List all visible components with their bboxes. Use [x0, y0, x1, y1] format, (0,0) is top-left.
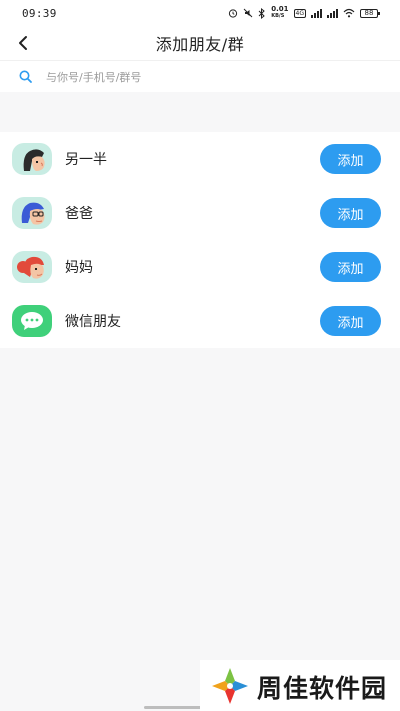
contact-label: 妈妈 [65, 260, 93, 276]
watermark: 周佳软件园 [200, 660, 400, 711]
add-button[interactable]: 添加 [320, 306, 381, 336]
contact-list: 另一半 添加 爸爸 添加 妈妈 添加 微信朋友 添加 [0, 132, 400, 348]
status-time: 09:39 [22, 6, 57, 20]
signal-icon-2 [327, 8, 338, 18]
status-bar: 09:39 0.01 KB/S 4G 88 [0, 0, 400, 26]
wifi-icon [343, 8, 355, 18]
search-icon [19, 70, 32, 83]
list-item: 妈妈 添加 [0, 240, 400, 294]
mute-icon [243, 8, 253, 18]
contact-label: 微信朋友 [65, 314, 121, 330]
status-icons: 0.01 KB/S 4G 88 [228, 5, 380, 20]
alarm-icon [229, 9, 238, 18]
search-input[interactable] [46, 67, 376, 87]
nav-bar: 添加朋友/群 [0, 26, 400, 60]
signal-icon-1 [311, 8, 322, 18]
hd-icon: 4G [293, 8, 306, 18]
add-button[interactable]: 添加 [320, 252, 381, 282]
page-title: 添加朋友/群 [155, 35, 245, 54]
watermark-logo-icon [212, 668, 248, 704]
add-button[interactable]: 添加 [320, 198, 381, 228]
add-button[interactable]: 添加 [320, 144, 381, 174]
watermark-text: 周佳软件园 [257, 674, 388, 703]
list-item: 另一半 添加 [0, 132, 400, 186]
battery-icon: 88 [360, 8, 380, 18]
bluetooth-icon [258, 7, 265, 19]
list-item: 爸爸 添加 [0, 186, 400, 240]
contact-label: 另一半 [65, 152, 107, 168]
search-bar [0, 60, 400, 92]
man-avatar-icon [12, 143, 52, 175]
wechat-icon [12, 305, 52, 337]
contact-label: 爸爸 [65, 206, 93, 222]
mom-avatar-icon [12, 251, 52, 283]
net-speed: 0.01 KB/S [271, 5, 289, 20]
list-item: 微信朋友 添加 [0, 294, 400, 348]
chevron-left-icon [19, 36, 27, 50]
back-button[interactable] [12, 31, 34, 55]
dad-avatar-icon [12, 197, 52, 229]
